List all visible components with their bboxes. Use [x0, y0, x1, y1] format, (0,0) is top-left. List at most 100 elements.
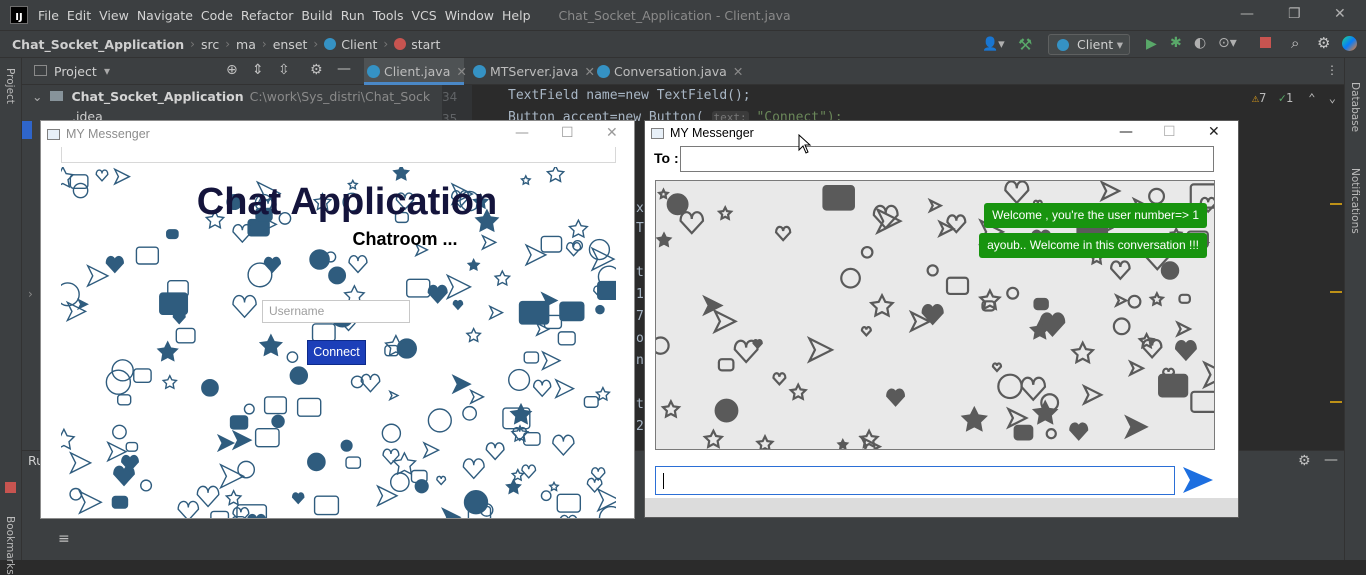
- minimize-icon[interactable]: —: [515, 125, 529, 141]
- message-input[interactable]: [655, 466, 1175, 495]
- doodle-shape: [462, 458, 485, 480]
- breadcrumb-start[interactable]: start: [411, 37, 440, 52]
- doodle-shape: [679, 211, 705, 235]
- user-icon[interactable]: 👤▾: [982, 37, 1005, 52]
- toolbox-icon[interactable]: [1342, 36, 1357, 51]
- menu-view[interactable]: View: [99, 8, 129, 23]
- stop-icon[interactable]: [1260, 37, 1271, 48]
- doodle-shape: [518, 300, 550, 325]
- chat-window-titlebar[interactable]: MY Messenger: [645, 121, 1238, 145]
- notifications-stripe-label[interactable]: Notifications: [1349, 168, 1361, 234]
- gear-icon[interactable]: ⚙: [1317, 34, 1330, 52]
- wrap-icon[interactable]: ≡: [58, 531, 70, 547]
- warning-count: 7: [1259, 91, 1267, 105]
- menu-tools[interactable]: Tools: [373, 8, 404, 23]
- login-window-titlebar[interactable]: MY Messenger: [41, 121, 634, 147]
- menu-edit[interactable]: Edit: [67, 8, 91, 23]
- close-icon[interactable]: ✕: [1334, 6, 1346, 22]
- window-title: Chat_Socket_Application - Client.java: [558, 7, 791, 23]
- close-icon[interactable]: ✕: [733, 64, 743, 79]
- stop-icon[interactable]: [5, 482, 16, 493]
- navigation-bar: Chat_Socket_Application › src › ma › ens…: [0, 30, 1366, 58]
- collapse-all-icon[interactable]: ⇳: [278, 62, 290, 78]
- menu-refactor[interactable]: Refactor: [241, 8, 293, 23]
- menu-run[interactable]: Run: [341, 8, 365, 23]
- breadcrumb-enset[interactable]: enset: [273, 37, 308, 52]
- class-icon: [367, 65, 380, 78]
- connect-button[interactable]: Connect: [307, 340, 366, 365]
- gear-icon[interactable]: ⚙: [1298, 453, 1311, 469]
- chevron-down-icon[interactable]: ⌄: [1329, 91, 1336, 105]
- menu-window[interactable]: Window: [445, 8, 494, 23]
- chatroom-subheading: Chatroom ...: [352, 229, 458, 249]
- doodle-shape: [389, 472, 410, 493]
- minimize-icon[interactable]: —: [1119, 124, 1133, 140]
- more-icon[interactable]: ⋮: [1326, 63, 1338, 77]
- maximize-icon[interactable]: ☐: [561, 125, 574, 141]
- search-icon[interactable]: ⌕: [1291, 34, 1299, 52]
- messages-area[interactable]: Welcome , you're the user number=> 1 ayo…: [655, 180, 1215, 450]
- doodle-shape: [1110, 260, 1131, 281]
- close-icon[interactable]: ✕: [606, 125, 618, 141]
- maximize-icon[interactable]: ☐: [1163, 124, 1176, 140]
- recipient-input[interactable]: [680, 146, 1214, 172]
- bookmarks-stripe-label[interactable]: Bookmarks: [4, 516, 16, 575]
- coverage-icon[interactable]: ◐: [1194, 35, 1206, 51]
- doodle-shape: [595, 304, 605, 315]
- gear-icon[interactable]: ⚙: [310, 62, 323, 78]
- doodle-shape: [559, 514, 577, 518]
- tab-mtserver-java[interactable]: MTServer.java ✕: [470, 58, 595, 85]
- breadcrumb-project[interactable]: Chat_Socket_Application: [12, 37, 184, 52]
- hide-icon[interactable]: —: [337, 61, 351, 77]
- doodle-shape: [1175, 320, 1193, 338]
- hide-icon[interactable]: —: [1324, 452, 1338, 468]
- doodle-shape: [196, 485, 220, 508]
- menu-help[interactable]: Help: [502, 8, 531, 23]
- menu-navigate[interactable]: Navigate: [137, 8, 193, 23]
- menu-build[interactable]: Build: [301, 8, 332, 23]
- username-input[interactable]: Username: [262, 300, 410, 323]
- menu-code[interactable]: Code: [201, 8, 233, 23]
- database-stripe-label[interactable]: Database: [1349, 82, 1361, 132]
- doodle-shape: [105, 369, 132, 395]
- warning-stripe-marker[interactable]: [1330, 291, 1342, 293]
- run-icon[interactable]: ▶: [1146, 36, 1157, 52]
- menu-file[interactable]: File: [38, 8, 59, 23]
- restore-icon[interactable]: ❐: [1288, 6, 1301, 22]
- breadcrumb-src[interactable]: src: [201, 37, 219, 52]
- chevron-down-icon[interactable]: ▾: [104, 64, 110, 78]
- expand-all-icon[interactable]: ⇕: [252, 62, 264, 78]
- warning-stripe-marker[interactable]: [1330, 401, 1342, 403]
- tab-client-java[interactable]: Client.java ✕: [364, 58, 467, 85]
- inspection-widget[interactable]: ⚠7 ✓1 ⌃ ⌄: [1252, 91, 1336, 105]
- chevron-right-icon[interactable]: ›: [28, 287, 33, 301]
- locate-icon[interactable]: ⊕: [226, 62, 238, 78]
- build-hammer-icon[interactable]: ⚒: [1018, 35, 1032, 54]
- tab-conversation-java[interactable]: Conversation.java ✕: [594, 58, 743, 85]
- close-icon[interactable]: ✕: [456, 64, 466, 79]
- doodle-shape: [172, 311, 186, 325]
- run-config-select[interactable]: Client ▾: [1048, 34, 1130, 55]
- doodle-shape: [660, 398, 682, 419]
- menu-vcs[interactable]: VCS: [412, 8, 437, 23]
- doodle-shape: [360, 373, 381, 393]
- selection-marker: [22, 121, 32, 139]
- send-arrow-icon[interactable]: [1181, 465, 1215, 495]
- doodle-shape: [381, 423, 402, 444]
- ok-count: 1: [1285, 91, 1294, 105]
- debug-icon[interactable]: ✱: [1170, 35, 1182, 51]
- project-tree-root[interactable]: ⌄ Chat_Socket_Application C:\work\Sys_dis…: [32, 89, 430, 104]
- profile-icon[interactable]: ⊙▾: [1218, 35, 1237, 51]
- doodle-shape: [86, 264, 110, 288]
- doodle-shape: [133, 368, 152, 383]
- project-stripe-label[interactable]: Project: [4, 68, 16, 104]
- minimize-icon[interactable]: —: [1240, 6, 1254, 22]
- chevron-up-icon[interactable]: ⌃: [1308, 91, 1315, 105]
- code-fragment: T: [636, 221, 644, 236]
- warning-stripe-marker[interactable]: [1330, 203, 1342, 205]
- breadcrumb-ma[interactable]: ma: [236, 37, 256, 52]
- close-icon[interactable]: ✕: [1208, 124, 1220, 140]
- breadcrumb-client[interactable]: Client: [341, 37, 377, 52]
- doodle-shape: [840, 267, 861, 289]
- project-tool-title[interactable]: Project: [54, 64, 97, 79]
